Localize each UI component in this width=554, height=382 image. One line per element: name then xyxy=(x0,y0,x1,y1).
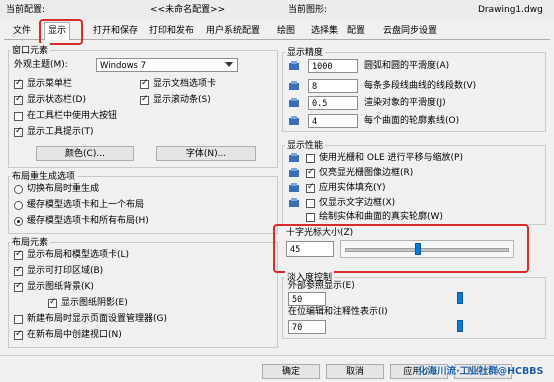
watermark-text: 化海川流·工业社群@HCBBS xyxy=(418,366,544,377)
tab-plot-publish[interactable]: 打印和发布 xyxy=(146,24,197,38)
checkbox-show-tooltips[interactable] xyxy=(14,126,23,137)
tab-open-save[interactable]: 打开和保存 xyxy=(90,24,141,38)
label-show-paper-background: 显示图纸背景(K) xyxy=(27,282,94,292)
checkbox-large-buttons[interactable] xyxy=(14,112,23,121)
radio-cache-model-last[interactable] xyxy=(14,201,23,210)
text-frame-icon xyxy=(289,198,299,207)
checkbox-solid-fill[interactable] xyxy=(306,182,315,193)
label-show-scrollbars: 显示滚动条(S) xyxy=(153,95,211,105)
checkbox-show-printable-area[interactable] xyxy=(14,265,23,276)
solid-fill-icon xyxy=(289,183,299,192)
inplace-fade-input[interactable]: 70 xyxy=(288,320,326,334)
radio-cache-model-all[interactable] xyxy=(14,217,23,226)
checkbox-show-doc-tabs[interactable] xyxy=(140,78,149,89)
xref-fade-input[interactable]: 50 xyxy=(288,292,326,306)
checkbox-text-frame-only[interactable] xyxy=(306,199,315,208)
dialog-header: 当前配置: <<未命名配置>> 当前图形: Drawing1.dwg xyxy=(0,0,554,22)
theme-select-value: Windows 7 xyxy=(100,61,147,71)
tab-file[interactable]: 文件 xyxy=(10,24,34,38)
checkbox-show-paper-shadow[interactable] xyxy=(48,297,57,308)
current-profile-label: 当前配置: xyxy=(6,5,46,15)
checkbox-show-scrollbars[interactable] xyxy=(140,94,149,105)
raster-frame-icon xyxy=(289,168,299,177)
xref-fade-slider[interactable] xyxy=(332,291,472,305)
label-true-silhouettes: 绘制实体和曲面的真实轮廓(W) xyxy=(319,212,443,222)
polyline-segments-input[interactable]: 8 xyxy=(308,79,358,93)
font-button[interactable]: 字体(N)... xyxy=(156,146,256,161)
checkbox-show-statusbar[interactable] xyxy=(14,94,23,105)
contour-lines-input[interactable]: 4 xyxy=(308,114,358,128)
theme-select[interactable]: Windows 7 xyxy=(96,58,238,72)
label-page-setup-manager: 新建布局时显示页面设置管理器(G) xyxy=(27,314,167,324)
layout-elements-title: 布局元素 xyxy=(10,235,51,248)
label-raster-frame-only: 仅亮显光栅图像边框(R) xyxy=(319,168,414,178)
checkbox-show-menubar[interactable] xyxy=(14,78,23,89)
arc-smoothness-label: 圆弧和圆的平滑度(A) xyxy=(364,61,450,71)
ok-button[interactable]: 确定 xyxy=(262,364,320,379)
tab-cloud-sync[interactable]: 云盘同步设置 xyxy=(380,24,440,38)
checkbox-true-silhouettes[interactable] xyxy=(306,213,315,222)
render-smoothness-icon xyxy=(289,98,299,107)
label-show-tooltips: 显示工具提示(T) xyxy=(27,127,94,137)
inplace-fade-slider[interactable] xyxy=(332,319,472,333)
label-show-statusbar: 显示状态栏(D) xyxy=(27,95,86,105)
display-performance-title: 显示性能 xyxy=(285,138,326,151)
raster-ole-icon xyxy=(289,153,299,162)
radio-regen-on-switch[interactable] xyxy=(14,185,23,194)
checkbox-create-viewport[interactable] xyxy=(14,329,23,340)
current-drawing-value: Drawing1.dwg xyxy=(478,5,543,15)
label-show-printable-area: 显示可打印区域(B) xyxy=(27,266,104,276)
arc-smoothness-icon xyxy=(289,61,299,70)
render-smoothness-input[interactable]: 0.5 xyxy=(308,96,358,110)
crosshair-highlight-box xyxy=(273,224,529,273)
xref-slider-thumb[interactable] xyxy=(456,292,463,304)
window-elements-title: 窗口元素 xyxy=(10,43,51,56)
checkbox-raster-frame-only[interactable] xyxy=(306,167,315,178)
label-cache-model-all: 缓存模型选项卡和所有布局(H) xyxy=(27,216,149,226)
label-show-layout-tabs: 显示布局和模型选项卡(L) xyxy=(27,250,130,260)
checkbox-raster-ole-pan[interactable] xyxy=(306,154,315,163)
checkbox-show-layout-tabs[interactable] xyxy=(14,249,23,260)
cancel-button[interactable]: 取消 xyxy=(326,364,384,379)
layout-regen-title: 布局重生成选项 xyxy=(10,169,78,182)
tab-drafting[interactable]: 绘图 xyxy=(274,24,298,38)
inplace-fade-label: 在位编辑和注释性表示(I) xyxy=(288,307,388,317)
xref-slider-track xyxy=(332,297,472,299)
footer-divider xyxy=(0,355,554,356)
checkbox-page-setup-manager[interactable] xyxy=(14,315,23,324)
label-solid-fill: 应用实体填充(Y) xyxy=(319,183,386,193)
tab-profiles[interactable]: 配置 xyxy=(344,24,368,38)
render-smoothness-label: 渲染对象的平滑度(J) xyxy=(364,98,446,108)
color-button[interactable]: 颜色(C)... xyxy=(36,146,134,161)
arc-smoothness-input[interactable]: 1000 xyxy=(308,59,358,73)
theme-label: 外观主题(M): xyxy=(14,60,68,70)
tab-selection[interactable]: 选择集 xyxy=(308,24,341,38)
label-show-menubar: 显示菜单栏 xyxy=(27,79,73,89)
label-large-buttons: 在工具栏中使用大按钮 xyxy=(27,111,118,121)
label-raster-ole-pan: 使用光栅和 OLE 进行平移与缩放(P) xyxy=(319,153,463,163)
contour-lines-label: 每个曲面的轮廓素线(O) xyxy=(364,116,460,126)
polyline-segments-label: 每条多段线曲线的线段数(V) xyxy=(364,81,477,91)
tab-bar: 文件 显示 打开和保存 打印和发布 用户系统配置 绘图 选择集 配置 云盘同步设… xyxy=(4,22,550,40)
current-drawing-label: 当前图形: xyxy=(288,5,328,15)
label-text-frame-only: 仅显示文字边框(X) xyxy=(319,198,396,208)
label-create-viewport: 在新布局中创建视口(N) xyxy=(27,330,122,340)
tab-highlight-box xyxy=(39,19,83,45)
label-show-paper-shadow: 显示图纸阴影(E) xyxy=(61,298,128,308)
chevron-down-icon xyxy=(225,62,233,67)
inplace-slider-track xyxy=(332,325,472,327)
current-profile-value: <<未命名配置>> xyxy=(150,5,226,15)
contour-lines-icon xyxy=(289,116,299,125)
display-resolution-title: 显示精度 xyxy=(285,45,326,58)
label-cache-model-last: 缓存模型选项卡和上一个布局 xyxy=(27,200,145,210)
polyline-segments-icon xyxy=(289,81,299,90)
tab-user-preferences[interactable]: 用户系统配置 xyxy=(203,24,263,38)
label-show-doc-tabs: 显示文档选项卡 xyxy=(153,79,217,89)
inplace-slider-thumb[interactable] xyxy=(456,320,463,332)
checkbox-show-paper-background[interactable] xyxy=(14,281,23,292)
label-regen-on-switch: 切换布局时重生成 xyxy=(27,184,100,194)
